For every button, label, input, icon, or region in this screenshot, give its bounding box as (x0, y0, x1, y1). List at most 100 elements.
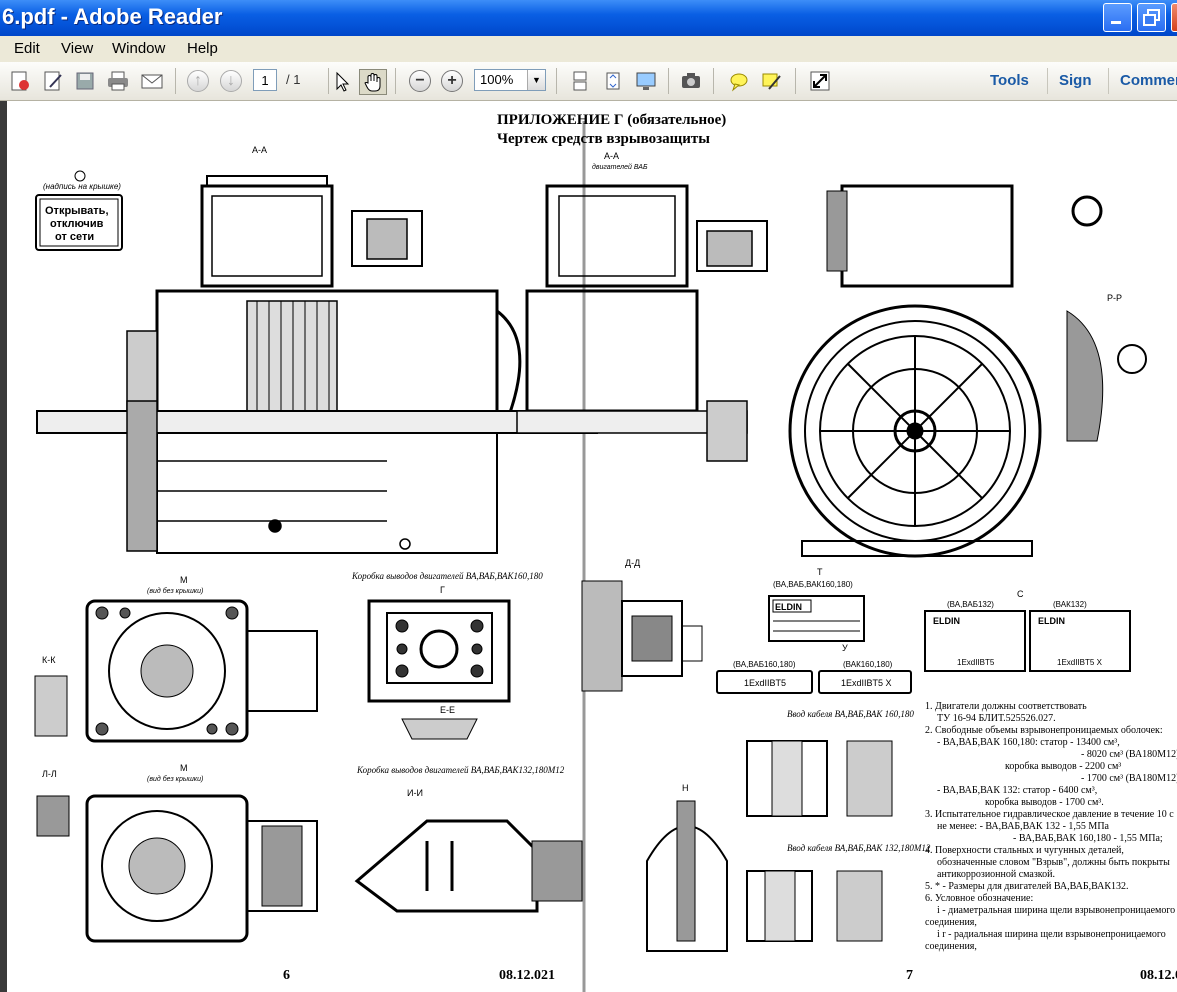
full-screen-button[interactable] (633, 69, 659, 93)
note-line-4: - ВА,ВАБ,ВАК 160,180: статор - 13400 см³… (937, 737, 1120, 748)
section-label-m2-sub: (вид без крышки) (147, 775, 203, 783)
arrow-up-icon: ↑ (187, 70, 209, 92)
plate-t-label: Т (817, 567, 823, 577)
menu-edit[interactable]: Edit (14, 40, 40, 57)
note-line-20: i r - радиальная ширина щели взрывонепро… (937, 929, 1166, 940)
zoom-out-button[interactable]: − (407, 69, 433, 93)
restore-icon (1143, 9, 1160, 26)
section-label-m1-sub: (вид без крышки) (147, 587, 203, 595)
save-icon (76, 72, 94, 90)
note-line-6: коробка выводов - 2200 см³ (1005, 761, 1121, 772)
scrolling-mode-button[interactable] (567, 69, 593, 93)
note-line-9: коробка выводов - 1700 см³. (985, 797, 1104, 808)
section-label-pp: Р-Р (1107, 293, 1122, 303)
footer-page-left: 6 (283, 968, 290, 983)
note-line-7: - 1700 см³ (ВА180М12) (1081, 773, 1177, 784)
technical-notes: 1. Двигатели должны соответствовать ТУ 1… (925, 701, 1177, 952)
page-number-input[interactable]: 1 (253, 69, 277, 91)
terminal-box-section: А-А двигателей ВАБ (516, 151, 768, 462)
print-button[interactable] (105, 69, 131, 93)
plate-ba132-marking: 1ExdIIBT5 (957, 658, 995, 667)
create-pdf-button[interactable] (7, 69, 33, 93)
plate-bak-right-marking: 1ExdIIBT5 X (841, 678, 892, 688)
sticky-note-button[interactable] (726, 69, 752, 93)
note-line-17: 6. Условное обозначение: (925, 893, 1033, 904)
snapshot-button[interactable] (678, 69, 704, 93)
restore-button[interactable] (1137, 3, 1166, 32)
note-line-14: обозначенные словом "Взрыв", должны быть… (937, 857, 1170, 868)
cable-caption-2: Ввод кабеля ВА,ВАБ,ВАК 132,180М12 (787, 843, 931, 853)
toolbar-separator (175, 68, 176, 94)
terminal-box-top-view-1: М (вид без крышки) К-К (34, 575, 318, 743)
plate-ba-left-marking: 1ExdIIBT5 (744, 678, 786, 688)
fit-page-button[interactable] (600, 69, 626, 93)
plate-ba132-eldin: ELDIN (933, 616, 960, 626)
zoom-in-button[interactable]: + (439, 69, 465, 93)
comment-pane-link[interactable]: Comment (1120, 72, 1177, 89)
minimize-button[interactable] (1103, 3, 1132, 32)
plate-ba-left-caption: (ВА,ВАБ160,180) (733, 660, 796, 669)
toolbar-separator (1108, 68, 1109, 94)
document-left-edge (0, 101, 7, 992)
tools-pane-link[interactable]: Tools (990, 72, 1029, 89)
menu-window[interactable]: Window (112, 40, 165, 57)
highlighter-icon (762, 73, 781, 90)
edit-pdf-button[interactable] (40, 69, 66, 93)
warning-text-line1: Открывать, (45, 205, 109, 217)
warning-plate: (надпись на крышке) Открывать, отключив … (35, 170, 123, 251)
toolbar-separator (713, 68, 714, 94)
warning-text-line2: отключив (50, 218, 104, 230)
menu-view[interactable]: View (61, 40, 93, 57)
cable-caption-1: Ввод кабеля ВА,ВАБ,ВАК 160,180 (787, 709, 914, 719)
cable-entry-section-n: Н (646, 783, 728, 952)
note-line-21: соединения, (925, 941, 977, 952)
nameplate-c: С (ВА,ВАБ132) ELDIN 1ExdIIBT5 (ВАК132) E… (924, 589, 1131, 672)
section-label-aa-right: А-А (604, 151, 619, 161)
hand-icon (364, 73, 381, 92)
email-button[interactable] (139, 69, 165, 93)
note-line-10: 3. Испытательное гидравлическое давление… (925, 809, 1174, 820)
toolbar-separator (668, 68, 669, 94)
terminal-box-view-g: Коробка выводов двигателей ВА,ВАБ,ВАК160… (351, 571, 543, 740)
warning-plate-note: (надпись на крышке) (43, 182, 121, 191)
save-button[interactable] (72, 69, 98, 93)
note-line-16: 5. * - Размеры для двигателей ВА,ВАБ,ВАК… (925, 881, 1129, 892)
print-icon (108, 71, 128, 91)
footer-code-left: 08.12.021 (499, 968, 555, 983)
close-button[interactable] (1171, 3, 1177, 32)
fit-page-icon (606, 72, 620, 90)
section-label-n: Н (682, 783, 689, 793)
note-line-13: 4. Поверхности стальных и чугунных детал… (925, 845, 1124, 856)
section-label-aa-right-sub: двигателей ВАБ (592, 163, 648, 171)
sign-pane-link[interactable]: Sign (1059, 72, 1092, 89)
title-bar: 6.pdf - Adobe Reader (0, 0, 1177, 36)
plate-bak132-eldin: ELDIN (1038, 616, 1065, 626)
toolbar-separator (395, 68, 396, 94)
select-tool-button[interactable] (329, 69, 355, 93)
next-page-button[interactable]: ↓ (218, 69, 244, 93)
box-caption-2: Коробка выводов двигателей ВА,ВАБ,ВАК132… (356, 765, 565, 775)
document-subheading: Чертеж средств взрывозащиты (497, 131, 710, 147)
box-caption-1: Коробка выводов двигателей ВА,ВАБ,ВАК160… (351, 571, 543, 581)
plate-s-label: С (1017, 589, 1024, 599)
menu-help[interactable]: Help (187, 40, 218, 57)
section-label-kk: К-К (42, 655, 56, 665)
plate-bak132-caption: (ВАК132) (1053, 600, 1087, 609)
motor-end-view: Р-Р (788, 184, 1147, 558)
menu-bar: Edit View Window Help (0, 36, 1177, 61)
previous-page-button[interactable]: ↑ (185, 69, 211, 93)
plate-bak132-marking: 1ExdIIBT5 X (1057, 658, 1103, 667)
zoom-select[interactable]: 100% ▼ (474, 69, 546, 91)
note-line-5: - 8020 см³ (ВА180М12) (1081, 749, 1177, 760)
chevron-down-icon[interactable]: ▼ (527, 70, 545, 90)
hand-tool-button[interactable] (359, 69, 387, 95)
section-label-g: Г (440, 585, 445, 595)
cable-entry-detail: Ввод кабеля ВА,ВАБ,ВАК 160,180 Ввод кабе… (746, 709, 931, 942)
highlight-button[interactable] (758, 69, 784, 93)
plate-u-label: У (842, 643, 848, 653)
expand-button[interactable] (807, 69, 833, 93)
edit-document-icon (44, 71, 62, 91)
monitor-icon (636, 72, 656, 90)
pdf-page-drawing: ПРИЛОЖЕНИЕ Г (обязательное) Чертеж средс… (34, 112, 1177, 992)
plus-icon: + (441, 70, 463, 92)
